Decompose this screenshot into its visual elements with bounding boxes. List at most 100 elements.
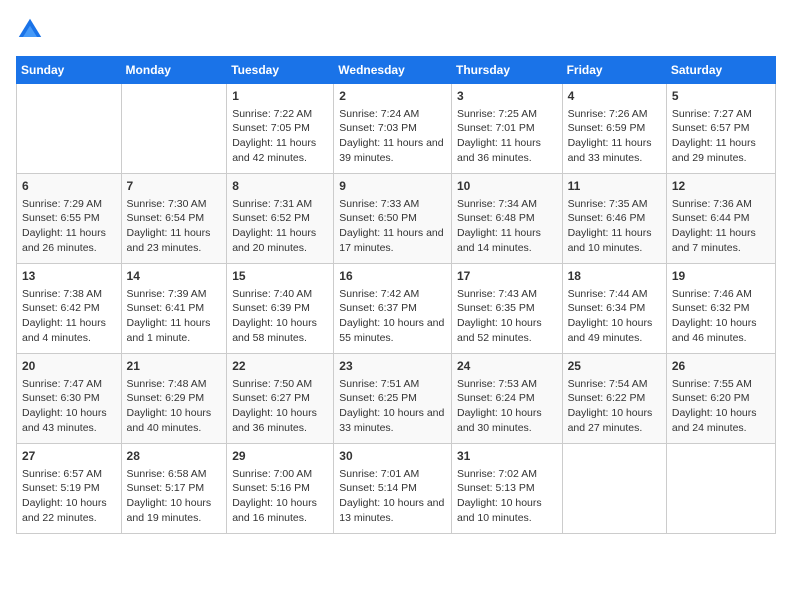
day-detail: Daylight: 11 hours and 29 minutes. bbox=[672, 136, 770, 165]
calendar-cell: 31Sunrise: 7:02 AMSunset: 5:13 PMDayligh… bbox=[451, 444, 562, 534]
day-detail: Daylight: 11 hours and 42 minutes. bbox=[232, 136, 328, 165]
day-detail: Daylight: 10 hours and 33 minutes. bbox=[339, 406, 446, 435]
day-detail: Daylight: 11 hours and 39 minutes. bbox=[339, 136, 446, 165]
day-number: 9 bbox=[339, 178, 446, 195]
day-detail: Sunrise: 7:22 AM bbox=[232, 107, 328, 122]
weekday-header-monday: Monday bbox=[121, 57, 227, 84]
day-number: 21 bbox=[127, 358, 222, 375]
day-detail: Sunset: 6:59 PM bbox=[568, 121, 661, 136]
day-number: 25 bbox=[568, 358, 661, 375]
day-detail: Daylight: 11 hours and 14 minutes. bbox=[457, 226, 557, 255]
day-detail: Sunrise: 7:44 AM bbox=[568, 287, 661, 302]
day-detail: Daylight: 11 hours and 33 minutes. bbox=[568, 136, 661, 165]
day-detail: Sunrise: 7:39 AM bbox=[127, 287, 222, 302]
day-detail: Sunrise: 7:38 AM bbox=[22, 287, 116, 302]
day-detail: Sunrise: 7:36 AM bbox=[672, 197, 770, 212]
calendar-cell: 17Sunrise: 7:43 AMSunset: 6:35 PMDayligh… bbox=[451, 264, 562, 354]
weekday-header-row: SundayMondayTuesdayWednesdayThursdayFrid… bbox=[17, 57, 776, 84]
day-detail: Sunrise: 7:33 AM bbox=[339, 197, 446, 212]
day-number: 24 bbox=[457, 358, 557, 375]
day-detail: Daylight: 10 hours and 55 minutes. bbox=[339, 316, 446, 345]
day-number: 17 bbox=[457, 268, 557, 285]
day-number: 8 bbox=[232, 178, 328, 195]
day-detail: Daylight: 11 hours and 10 minutes. bbox=[568, 226, 661, 255]
calendar-table: SundayMondayTuesdayWednesdayThursdayFrid… bbox=[16, 56, 776, 534]
day-detail: Sunset: 6:35 PM bbox=[457, 301, 557, 316]
calendar-cell: 18Sunrise: 7:44 AMSunset: 6:34 PMDayligh… bbox=[562, 264, 666, 354]
calendar-cell: 4Sunrise: 7:26 AMSunset: 6:59 PMDaylight… bbox=[562, 84, 666, 174]
day-number: 28 bbox=[127, 448, 222, 465]
calendar-cell: 14Sunrise: 7:39 AMSunset: 6:41 PMDayligh… bbox=[121, 264, 227, 354]
day-detail: Daylight: 10 hours and 46 minutes. bbox=[672, 316, 770, 345]
day-detail: Daylight: 11 hours and 20 minutes. bbox=[232, 226, 328, 255]
calendar-cell: 13 Sunrise: 7:38 AMSunset: 6:42 PMDayligh… bbox=[17, 264, 122, 354]
weekday-header-saturday: Saturday bbox=[666, 57, 775, 84]
calendar-cell: 15Sunrise: 7:40 AMSunset: 6:39 PMDayligh… bbox=[227, 264, 334, 354]
day-detail: Sunset: 6:30 PM bbox=[22, 391, 116, 406]
day-detail: Sunrise: 7:50 AM bbox=[232, 377, 328, 392]
day-detail: Sunset: 6:20 PM bbox=[672, 391, 770, 406]
day-detail: Daylight: 10 hours and 22 minutes. bbox=[22, 496, 116, 525]
day-number: 10 bbox=[457, 178, 557, 195]
day-detail: Sunset: 6:34 PM bbox=[568, 301, 661, 316]
day-detail: Sunset: 5:17 PM bbox=[127, 481, 222, 496]
day-detail: Daylight: 10 hours and 58 minutes. bbox=[232, 316, 328, 345]
calendar-cell: 2Sunrise: 7:24 AMSunset: 7:03 PMDaylight… bbox=[334, 84, 452, 174]
calendar-cell: 20Sunrise: 7:47 AMSunset: 6:30 PMDayligh… bbox=[17, 354, 122, 444]
day-number: 6 bbox=[22, 178, 116, 195]
day-detail: Sunrise: 7:35 AM bbox=[568, 197, 661, 212]
calendar-cell: 8Sunrise: 7:31 AMSunset: 6:52 PMDaylight… bbox=[227, 174, 334, 264]
calendar-cell: 21Sunrise: 7:48 AMSunset: 6:29 PMDayligh… bbox=[121, 354, 227, 444]
day-detail: Daylight: 10 hours and 16 minutes. bbox=[232, 496, 328, 525]
day-detail: Sunrise: 7:47 AM bbox=[22, 377, 116, 392]
day-detail: Daylight: 10 hours and 52 minutes. bbox=[457, 316, 557, 345]
day-detail: Daylight: 10 hours and 40 minutes. bbox=[127, 406, 222, 435]
calendar-cell: 27Sunrise: 6:57 AMSunset: 5:19 PMDayligh… bbox=[17, 444, 122, 534]
day-detail: Daylight: 11 hours and 36 minutes. bbox=[457, 136, 557, 165]
day-number: 27 bbox=[22, 448, 116, 465]
calendar-cell: 19Sunrise: 7:46 AMSunset: 6:32 PMDayligh… bbox=[666, 264, 775, 354]
day-detail: Daylight: 11 hours and 23 minutes. bbox=[127, 226, 222, 255]
day-detail: Daylight: 10 hours and 27 minutes. bbox=[568, 406, 661, 435]
day-detail: Sunrise: 7:53 AM bbox=[457, 377, 557, 392]
calendar-cell: 24Sunrise: 7:53 AMSunset: 6:24 PMDayligh… bbox=[451, 354, 562, 444]
day-number: 29 bbox=[232, 448, 328, 465]
day-detail: Sunrise: 6:58 AM bbox=[127, 467, 222, 482]
weekday-header-tuesday: Tuesday bbox=[227, 57, 334, 84]
day-number: 3 bbox=[457, 88, 557, 105]
day-detail: Sunset: 7:01 PM bbox=[457, 121, 557, 136]
calendar-week-row: 13Sunrise: 7:38 AMSunset: 6:42 PMDayligh… bbox=[17, 264, 776, 354]
day-detail: Sunrise: 7:02 AM bbox=[457, 467, 557, 482]
day-detail: Sunrise: 7:30 AM bbox=[127, 197, 222, 212]
day-detail: Sunrise: 7:26 AM bbox=[568, 107, 661, 122]
day-number: 5 bbox=[672, 88, 770, 105]
day-number: 19 bbox=[672, 268, 770, 285]
day-detail: Sunset: 7:03 PM bbox=[339, 121, 446, 136]
calendar-cell: 12Sunrise: 7:36 AMSunset: 6:44 PMDayligh… bbox=[666, 174, 775, 264]
day-detail: Daylight: 10 hours and 24 minutes. bbox=[672, 406, 770, 435]
day-number: 15 bbox=[232, 268, 328, 285]
calendar-cell: 22Sunrise: 7:50 AMSunset: 6:27 PMDayligh… bbox=[227, 354, 334, 444]
day-number: 13 bbox=[22, 268, 116, 285]
day-number: 26 bbox=[672, 358, 770, 375]
day-detail: Sunrise: 7:34 AM bbox=[457, 197, 557, 212]
day-detail: Sunset: 6:42 PM bbox=[22, 301, 116, 316]
day-detail: Daylight: 10 hours and 49 minutes. bbox=[568, 316, 661, 345]
day-detail: Sunrise: 7:48 AM bbox=[127, 377, 222, 392]
day-detail: Sunrise: 7:25 AM bbox=[457, 107, 557, 122]
day-number: 22 bbox=[232, 358, 328, 375]
calendar-cell: 6Sunrise: 7:29 AMSunset: 6:55 PMDaylight… bbox=[17, 174, 122, 264]
calendar-cell: 7Sunrise: 7:30 AMSunset: 6:54 PMDaylight… bbox=[121, 174, 227, 264]
day-detail: Daylight: 10 hours and 19 minutes. bbox=[127, 496, 222, 525]
day-number: 16 bbox=[339, 268, 446, 285]
day-detail: Daylight: 11 hours and 4 minutes. bbox=[22, 316, 116, 345]
day-number: 7 bbox=[127, 178, 222, 195]
weekday-header-friday: Friday bbox=[562, 57, 666, 84]
calendar-cell: 16Sunrise: 7:42 AMSunset: 6:37 PMDayligh… bbox=[334, 264, 452, 354]
day-detail: Sunset: 6:50 PM bbox=[339, 211, 446, 226]
day-detail: Sunset: 5:19 PM bbox=[22, 481, 116, 496]
calendar-cell: 26Sunrise: 7:55 AMSunset: 6:20 PMDayligh… bbox=[666, 354, 775, 444]
day-detail: Sunrise: 7:01 AM bbox=[339, 467, 446, 482]
day-detail: Sunrise: 7:54 AM bbox=[568, 377, 661, 392]
day-detail: Sunset: 5:14 PM bbox=[339, 481, 446, 496]
